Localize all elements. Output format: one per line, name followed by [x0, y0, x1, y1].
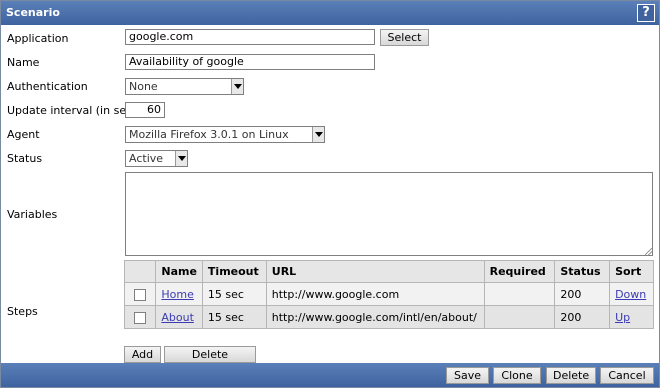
- step-url: http://www.google.com: [265, 282, 485, 306]
- variables-label: Variables: [7, 208, 58, 221]
- application-input[interactable]: google.com: [125, 29, 375, 45]
- delete-selected-button[interactable]: Delete selected: [164, 346, 256, 376]
- step-name-link[interactable]: Home: [161, 288, 193, 301]
- column-header-select: [123, 260, 157, 283]
- step-required: [483, 305, 556, 329]
- resize-grip-icon[interactable]: [644, 247, 652, 255]
- agent-select[interactable]: Mozilla Firefox 3.0.1 on Linux: [125, 126, 325, 143]
- clone-button[interactable]: Clone: [493, 367, 541, 384]
- chevron-down-icon: [231, 79, 243, 94]
- steps-header-row: Name Timeout URL Required Status Sort: [123, 260, 654, 283]
- step-url: http://www.google.com/intl/en/about/: [265, 305, 485, 329]
- form-footer: Save Clone Delete Cancel: [1, 363, 659, 387]
- sort-up-link[interactable]: Up: [615, 311, 630, 324]
- agent-label: Agent: [7, 128, 40, 141]
- step-required: [483, 282, 556, 306]
- name-input[interactable]: Availability of google: [125, 54, 375, 70]
- name-label: Name: [7, 56, 40, 69]
- cancel-button[interactable]: Cancel: [600, 367, 654, 384]
- step-name-link[interactable]: About: [161, 311, 194, 324]
- step-timeout: 15 sec: [201, 282, 267, 306]
- select-application-button[interactable]: Select: [380, 29, 429, 46]
- chevron-down-icon: [175, 151, 187, 166]
- application-label: Application: [7, 32, 69, 45]
- row-select-checkbox[interactable]: [134, 311, 147, 324]
- form-title-bar: Scenario ?: [1, 1, 659, 25]
- column-header-status[interactable]: Status: [554, 260, 611, 283]
- row-select-checkbox[interactable]: [134, 288, 147, 301]
- update-interval-label: Update interval (in sec): [7, 104, 137, 117]
- agent-value: Mozilla Firefox 3.0.1 on Linux: [129, 128, 289, 141]
- column-header-sort[interactable]: Sort: [609, 260, 654, 283]
- column-header-name[interactable]: Name: [155, 260, 203, 283]
- add-step-button[interactable]: Add: [124, 346, 161, 363]
- column-header-required[interactable]: Required: [483, 260, 556, 283]
- column-header-url[interactable]: URL: [265, 260, 485, 283]
- step-timeout: 15 sec: [201, 305, 267, 329]
- variables-textarea[interactable]: [125, 172, 653, 256]
- status-label: Status: [7, 152, 43, 165]
- update-interval-input[interactable]: 60: [125, 102, 165, 118]
- column-header-timeout[interactable]: Timeout: [201, 260, 267, 283]
- save-button[interactable]: Save: [446, 367, 489, 384]
- delete-button[interactable]: Delete: [546, 367, 596, 384]
- form-title: Scenario: [6, 6, 60, 19]
- step-status: 200: [554, 305, 611, 329]
- sort-down-link[interactable]: Down: [615, 288, 646, 301]
- help-icon[interactable]: ?: [637, 4, 655, 22]
- table-row: Home 15 sec http://www.google.com 200 Do…: [123, 282, 654, 306]
- authentication-label: Authentication: [7, 80, 88, 93]
- authentication-value: None: [129, 80, 158, 93]
- scenario-form: Scenario ? Application google.com Select…: [0, 0, 660, 388]
- table-row: About 15 sec http://www.google.com/intl/…: [123, 305, 654, 329]
- steps-table: Name Timeout URL Required Status Sort Ho…: [123, 260, 654, 329]
- status-value: Active: [129, 152, 164, 165]
- steps-label: Steps: [7, 305, 38, 318]
- status-select[interactable]: Active: [125, 150, 188, 167]
- authentication-select[interactable]: None: [125, 78, 244, 95]
- step-status: 200: [554, 282, 611, 306]
- chevron-down-icon: [312, 127, 324, 142]
